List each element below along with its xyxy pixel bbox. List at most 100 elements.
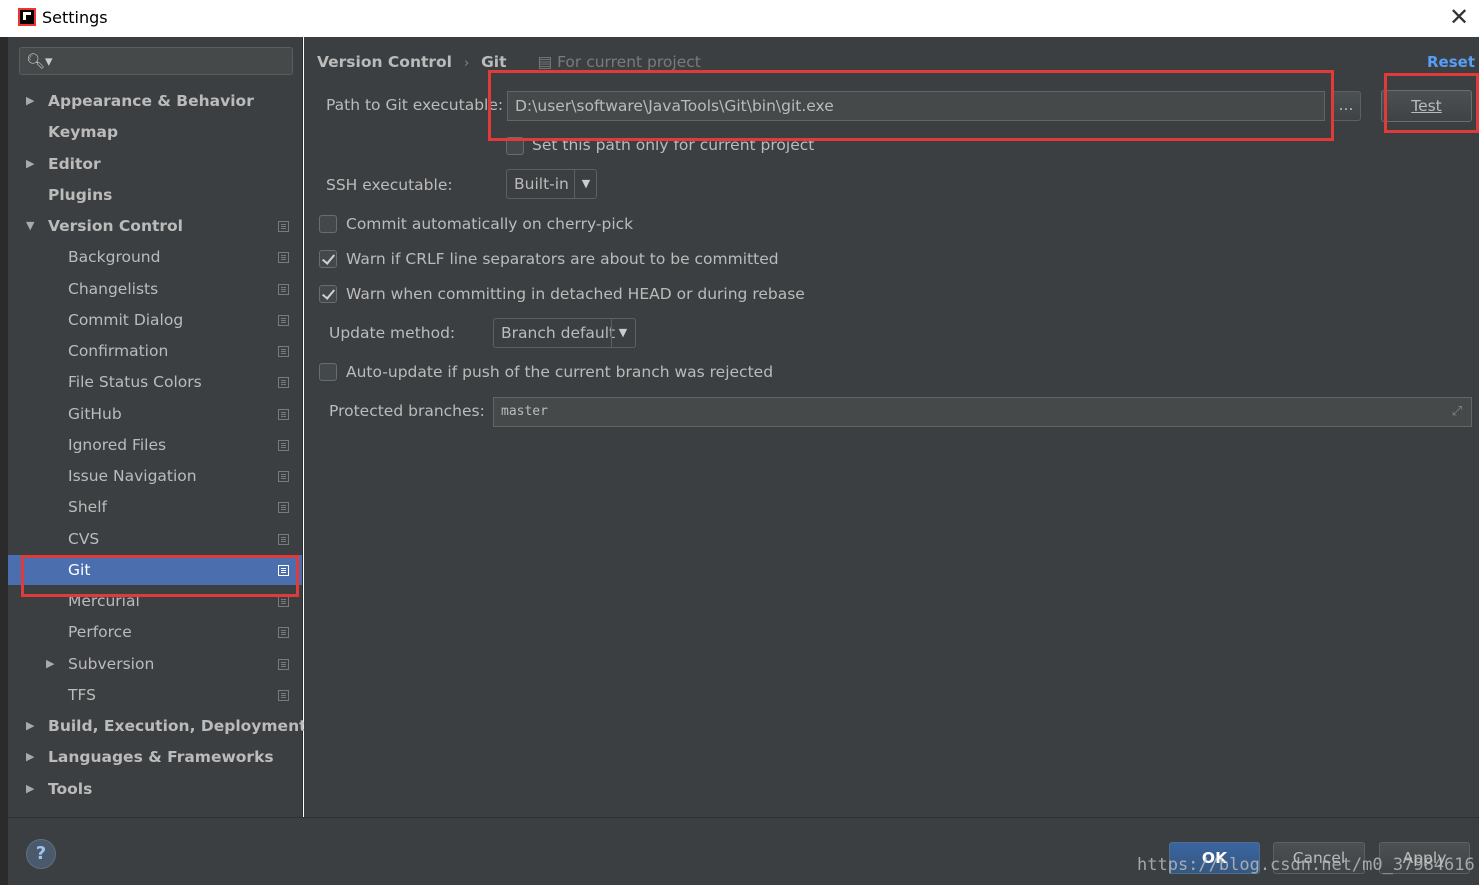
project-scope-icon (278, 502, 289, 513)
sidebar-item-build-execution-deployment[interactable]: ▶ Build, Execution, Deployment (8, 711, 307, 741)
sidebar-item-label: Plugins (48, 186, 113, 204)
sidebar-item-issue-navigation[interactable]: Issue Navigation (8, 461, 302, 491)
git-path-field[interactable]: D:\user\software\JavaTools\Git\bin\git.e… (507, 91, 1325, 121)
sidebar-item-label: Languages & Frameworks (48, 748, 274, 766)
breadcrumb-separator-icon: › (463, 56, 470, 71)
sidebar-item-label: Shelf (68, 498, 107, 516)
cancel-button[interactable]: Cancel (1273, 842, 1365, 874)
update-method-dropdown[interactable]: Branch default ▼ (493, 318, 636, 348)
sidebar-item-label: Keymap (48, 123, 119, 141)
search-icon: 🔍︎▾ (26, 52, 53, 70)
expand-arrow-icon[interactable]: ▶ (46, 649, 54, 679)
sidebar-item-label: Tools (48, 780, 93, 798)
ok-button[interactable]: OK (1169, 842, 1260, 874)
sidebar-item-cvs[interactable]: CVS (8, 524, 302, 554)
help-icon[interactable]: ? (26, 839, 56, 869)
sidebar-item-label: Appearance & Behavior (48, 92, 254, 110)
settings-search-input[interactable]: 🔍︎▾ (19, 47, 293, 75)
sidebar-item-label: Perforce (68, 623, 132, 641)
project-scope-icon (278, 659, 289, 670)
cherry-pick-label: Commit automatically on cherry-pick (346, 215, 634, 233)
reset-link[interactable]: Reset (1427, 53, 1475, 71)
crlf-warning-label: Warn if CRLF line separators are about t… (346, 250, 779, 268)
project-scope-icon (278, 315, 289, 326)
sidebar-item-github[interactable]: GitHub (8, 399, 302, 429)
detached-head-label: Warn when committing in detached HEAD or… (346, 285, 805, 303)
breadcrumb-current: Git (481, 53, 507, 71)
project-scope-icon (278, 690, 289, 701)
sidebar-item-appearance-behavior[interactable]: ▶ Appearance & Behavior (8, 86, 302, 116)
sidebar-item-mercurial[interactable]: Mercurial (8, 586, 302, 616)
crlf-warning-checkbox[interactable] (319, 250, 337, 268)
test-button[interactable]: Test (1381, 90, 1472, 122)
sidebar-item-label: File Status Colors (68, 373, 202, 391)
project-scope-icon (278, 596, 289, 607)
project-scope-icon: ▤ (537, 53, 553, 71)
expand-icon[interactable]: ⤢ (1449, 404, 1465, 420)
sidebar-item-label: Version Control (48, 217, 183, 235)
expand-arrow-icon[interactable]: ▶ (26, 149, 34, 179)
sidebar-item-label: Ignored Files (68, 436, 167, 454)
expand-arrow-icon[interactable]: ▶ (26, 711, 34, 741)
expand-arrow-icon[interactable]: ▶ (26, 774, 34, 804)
sidebar-item-label: Confirmation (68, 342, 169, 360)
apply-button[interactable]: Apply (1379, 842, 1470, 874)
close-icon[interactable]: ✕ (1445, 3, 1473, 31)
chevron-down-icon[interactable]: ▼ (612, 319, 634, 347)
sidebar-item-git[interactable]: Git (8, 555, 302, 585)
git-path-label: Path to Git executable: (326, 96, 504, 114)
sidebar-item-ignored-files[interactable]: Ignored Files (8, 430, 302, 460)
protected-branches-field[interactable]: master ⤢ (493, 397, 1472, 427)
project-scope-icon (278, 346, 289, 357)
update-method-label: Update method: (329, 324, 456, 342)
project-scope-icon (278, 534, 289, 545)
collapse-arrow-icon[interactable]: ▼ (26, 211, 34, 241)
expand-arrow-icon[interactable]: ▶ (26, 742, 34, 772)
sidebar-item-subversion[interactable]: ▶ Subversion (8, 649, 302, 679)
detached-head-checkbox[interactable] (319, 285, 337, 303)
sidebar-item-version-control[interactable]: ▼ Version Control (8, 211, 302, 241)
sidebar-item-confirmation[interactable]: Confirmation (8, 336, 302, 366)
sidebar-item-label: CVS (68, 530, 100, 548)
sidebar-item-label: Subversion (68, 655, 155, 673)
project-only-checkbox[interactable] (506, 137, 524, 155)
sidebar-item-commit-dialog[interactable]: Commit Dialog (8, 305, 302, 335)
sidebar-item-label: TFS (68, 686, 96, 704)
expand-arrow-icon[interactable]: ▶ (26, 86, 34, 116)
ssh-value: Built-in (514, 175, 569, 193)
browse-button[interactable]: ... (1331, 91, 1361, 121)
sidebar-item-keymap[interactable]: Keymap (8, 117, 302, 147)
sidebar-item-languages-frameworks[interactable]: ▶ Languages & Frameworks (8, 742, 302, 772)
project-scope-icon (278, 221, 289, 232)
protected-branches-label: Protected branches: (329, 402, 485, 420)
background-window-edge (0, 37, 8, 885)
sidebar-item-label: Commit Dialog (68, 311, 184, 329)
sidebar-item-label: Build, Execution, Deployment (48, 717, 307, 735)
breadcrumb: Version Control › Git ▤ For current proj… (317, 53, 701, 71)
ssh-executable-dropdown[interactable]: Built-in ▼ (506, 169, 597, 199)
sidebar-item-label: Git (68, 561, 91, 579)
test-button-label: Test (1411, 97, 1442, 115)
sidebar-item-perforce[interactable]: Perforce (8, 617, 302, 647)
scope-hint: For current project (557, 53, 701, 71)
sidebar-item-label: Background (68, 248, 161, 266)
sidebar-item-changelists[interactable]: Changelists (8, 274, 302, 304)
project-scope-icon (278, 565, 289, 576)
sidebar-item-editor[interactable]: ▶ Editor (8, 149, 302, 179)
sidebar-item-tfs[interactable]: TFS (8, 680, 302, 710)
project-scope-icon (278, 409, 289, 420)
chevron-down-icon[interactable]: ▼ (575, 170, 597, 198)
auto-update-checkbox[interactable] (319, 363, 337, 381)
sidebar-item-file-status-colors[interactable]: File Status Colors (8, 367, 302, 397)
protected-branches-value: master (501, 404, 548, 419)
project-only-label: Set this path only for current project (532, 136, 815, 154)
dialog-footer: ? OK Cancel Apply (8, 817, 1479, 885)
project-scope-icon (278, 440, 289, 451)
sidebar-item-plugins[interactable]: Plugins (8, 180, 302, 210)
cherry-pick-checkbox[interactable] (319, 215, 337, 233)
project-scope-icon (278, 471, 289, 482)
sidebar-item-background[interactable]: Background (8, 242, 302, 272)
sidebar-item-shelf[interactable]: Shelf (8, 492, 302, 522)
settings-sidebar: 🔍︎▾ ▶ Appearance & Behavior Keymap ▶ Edi… (8, 37, 307, 817)
sidebar-item-tools[interactable]: ▶ Tools (8, 774, 302, 804)
